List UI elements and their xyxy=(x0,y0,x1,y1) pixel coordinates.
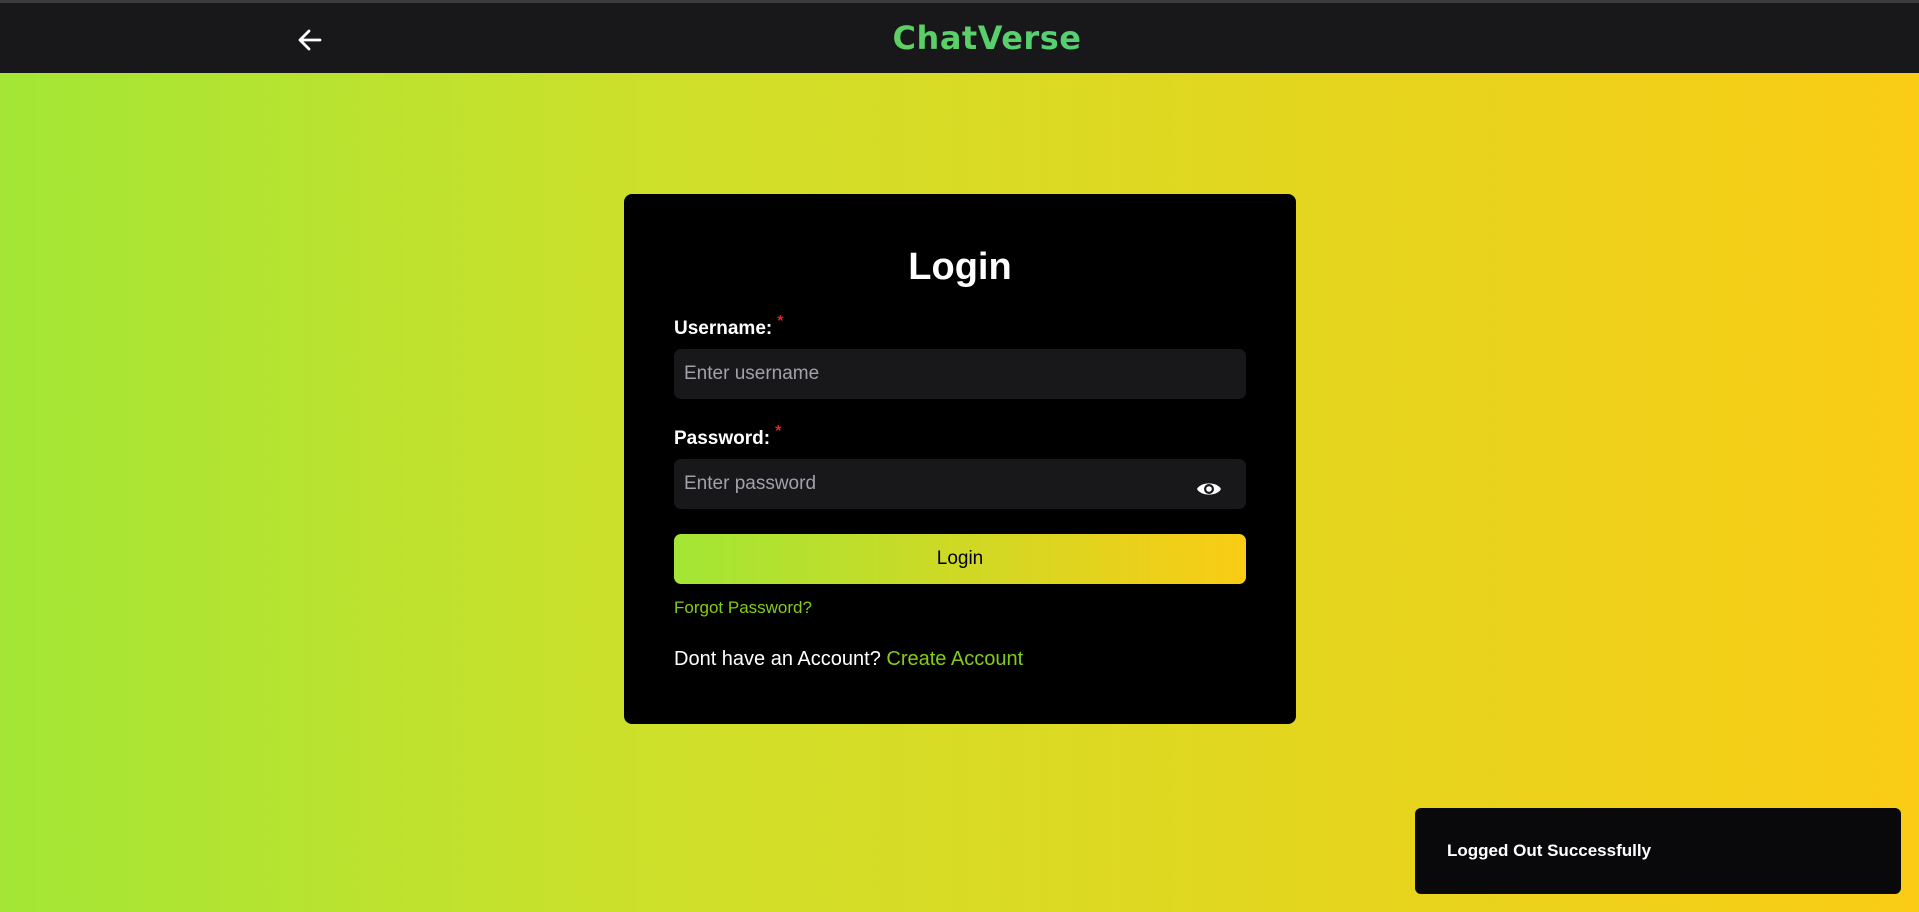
toggle-password-visibility-button[interactable] xyxy=(1194,476,1224,502)
password-label-text: Password: xyxy=(674,428,771,449)
no-account-text: Dont have an Account? xyxy=(674,648,881,670)
login-button[interactable]: Login xyxy=(674,534,1246,584)
username-required-marker: * xyxy=(777,313,784,330)
password-required-marker: * xyxy=(775,423,782,440)
toast-notification: Logged Out Successfully xyxy=(1415,808,1901,894)
username-label-text: Username: xyxy=(674,318,773,339)
page-title: Login xyxy=(908,246,1012,288)
forgot-password-link[interactable]: Forgot Password? xyxy=(674,598,812,618)
create-account-link[interactable]: Create Account xyxy=(886,648,1023,670)
password-input[interactable] xyxy=(674,459,1246,509)
password-label: Password: * xyxy=(674,423,781,450)
username-input[interactable] xyxy=(674,349,1246,399)
username-label: Username: * xyxy=(674,313,783,340)
login-card: Login Username:* Password:* Login Forgot… xyxy=(624,194,1296,724)
toast-message: Logged Out Successfully xyxy=(1447,841,1652,860)
eye-icon xyxy=(1197,483,1221,495)
navbar: ChatVerse xyxy=(0,3,1919,73)
signup-prompt: Dont have an Account? Create Account xyxy=(674,648,1023,671)
brand-logo[interactable]: ChatVerse xyxy=(0,3,1919,73)
